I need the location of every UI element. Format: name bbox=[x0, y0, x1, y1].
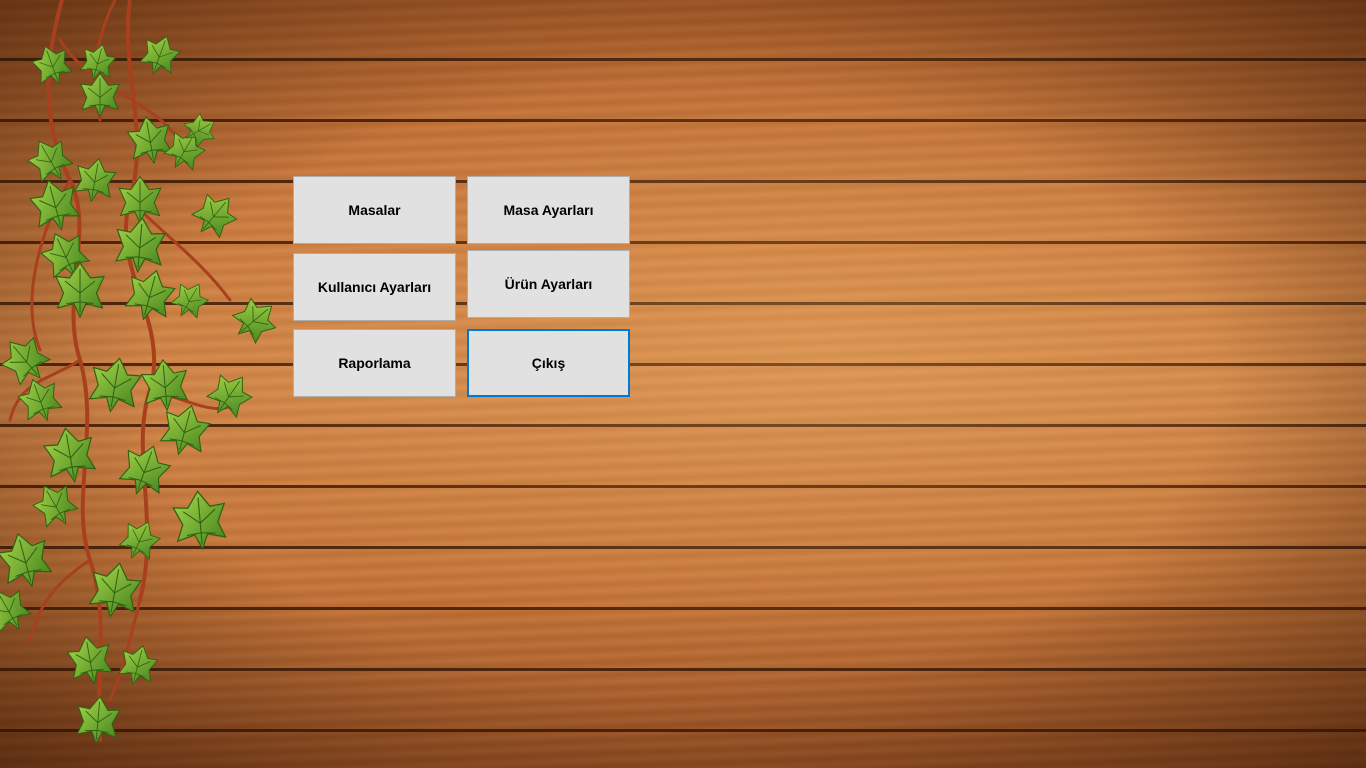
cikis-button[interactable]: Çıkış bbox=[467, 329, 630, 397]
raporlama-button[interactable]: Raporlama bbox=[293, 329, 456, 397]
urun-ayarlari-button[interactable]: Ürün Ayarları bbox=[467, 250, 630, 318]
ivy-vine-icon bbox=[0, 0, 285, 746]
masa-ayarlari-button[interactable]: Masa Ayarları bbox=[467, 176, 630, 244]
masalar-button[interactable]: Masalar bbox=[293, 176, 456, 244]
kullanici-ayarlari-button[interactable]: Kullanıcı Ayarları bbox=[293, 253, 456, 321]
